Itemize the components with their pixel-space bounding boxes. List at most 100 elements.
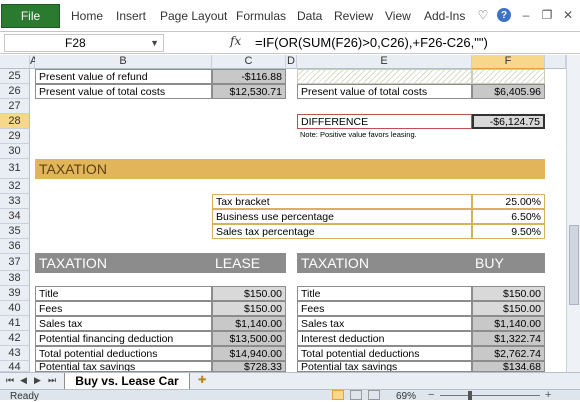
row-header[interactable]: 30 (0, 144, 30, 159)
buy-row-value[interactable]: $150.00 (472, 301, 545, 316)
chevron-down-icon[interactable]: ▼ (150, 35, 159, 51)
row-header[interactable]: 33 (0, 194, 30, 209)
column-header-c[interactable]: C (212, 55, 286, 69)
scroll-thumb[interactable] (569, 225, 579, 305)
pv-total-lease-label[interactable]: Present value of total costs (35, 84, 212, 99)
lease-row-value[interactable]: $14,940.00 (212, 346, 286, 361)
buy-row-label[interactable]: Title (297, 286, 472, 301)
column-header-g[interactable] (545, 55, 566, 69)
tab-page-layout[interactable]: Page Layout (160, 9, 227, 23)
lease-row-label[interactable]: Sales tax (35, 316, 212, 331)
hatched-cell[interactable] (297, 69, 472, 84)
tax-bracket-value[interactable]: 25.00% (472, 194, 545, 209)
normal-view-icon[interactable] (332, 390, 344, 400)
zoom-out-icon[interactable]: − (428, 389, 434, 401)
sales-tax-pct-label[interactable]: Sales tax percentage (212, 224, 472, 239)
tab-view[interactable]: View (385, 9, 411, 23)
buy-row-label[interactable]: Potential tax savings (297, 361, 472, 372)
prev-sheet-icon[interactable]: ◀ (20, 375, 27, 386)
row-header[interactable]: 32 (0, 179, 30, 194)
lease-row-value[interactable]: $728.33 (212, 361, 286, 372)
next-sheet-icon[interactable]: ▶ (34, 375, 41, 386)
pv-total-lease-value[interactable]: $12,530.71 (212, 84, 286, 99)
zoom-slider-handle[interactable] (468, 391, 472, 400)
tax-bracket-label[interactable]: Tax bracket (212, 194, 472, 209)
tab-formulas[interactable]: Formulas (236, 9, 286, 23)
formula-input[interactable]: =IF(OR(SUM(F26)>0,C26),+F26-C26,"") (255, 35, 488, 50)
hatched-cell[interactable] (472, 69, 545, 84)
row-header[interactable]: 37 (0, 254, 30, 271)
lease-row-value[interactable]: $1,140.00 (212, 316, 286, 331)
sheet-tab-buy-vs-lease[interactable]: Buy vs. Lease Car (64, 373, 190, 390)
zoom-in-icon[interactable]: + (545, 389, 551, 401)
minimize-ribbon-icon[interactable]: ♡ (476, 8, 490, 22)
new-sheet-icon[interactable]: ✚ (198, 375, 214, 387)
row-header[interactable]: 39 (0, 286, 30, 301)
row-header[interactable]: 28 (0, 114, 30, 129)
lease-row-label[interactable]: Potential tax savings (35, 361, 212, 372)
tab-add-ins[interactable]: Add-Ins (424, 9, 465, 23)
tab-data[interactable]: Data (297, 9, 322, 23)
row-header[interactable]: 31 (0, 159, 30, 179)
lease-row-label[interactable]: Title (35, 286, 212, 301)
column-header-b[interactable]: B (35, 55, 212, 69)
tab-review[interactable]: Review (334, 9, 373, 23)
lease-row-label[interactable]: Total potential deductions (35, 346, 212, 361)
row-header[interactable]: 42 (0, 331, 30, 346)
page-break-view-icon[interactable] (368, 390, 380, 400)
row-header[interactable]: 35 (0, 224, 30, 239)
lease-row-label[interactable]: Fees (35, 301, 212, 316)
row-header[interactable]: 40 (0, 301, 30, 316)
window-restore-icon[interactable]: ❐ (540, 8, 554, 22)
buy-row-value[interactable]: $2,762.74 (472, 346, 545, 361)
buy-row-value[interactable]: $134.68 (472, 361, 545, 372)
row-header[interactable]: 27 (0, 99, 30, 114)
difference-label[interactable]: DIFFERENCE (297, 114, 472, 129)
file-tab[interactable]: File (1, 4, 60, 28)
tab-home[interactable]: Home (71, 9, 103, 23)
row-header[interactable]: 29 (0, 129, 30, 144)
window-minimize-icon[interactable]: – (519, 8, 533, 22)
lease-row-value[interactable]: $13,500.00 (212, 331, 286, 346)
column-header-e[interactable]: E (297, 55, 472, 69)
lease-row-value[interactable]: $150.00 (212, 286, 286, 301)
tab-insert[interactable]: Insert (116, 9, 146, 23)
column-header-f[interactable]: F (472, 55, 545, 69)
difference-value[interactable]: -$6,124.75 (472, 114, 545, 129)
row-header[interactable]: 38 (0, 271, 30, 286)
buy-row-value[interactable]: $1,140.00 (472, 316, 545, 331)
first-sheet-icon[interactable]: ⏮ (6, 375, 14, 386)
zoom-slider[interactable] (440, 395, 540, 396)
lease-row-value[interactable]: $150.00 (212, 301, 286, 316)
pv-total-buy-label[interactable]: Present value of total costs (297, 84, 472, 99)
lease-row-label[interactable]: Potential financing deduction (35, 331, 212, 346)
window-close-icon[interactable]: ✕ (561, 8, 575, 22)
page-layout-view-icon[interactable] (350, 390, 362, 400)
buy-row-label[interactable]: Interest deduction (297, 331, 472, 346)
row-header[interactable]: 34 (0, 209, 30, 224)
vertical-scrollbar[interactable] (566, 55, 580, 372)
buy-row-label[interactable]: Sales tax (297, 316, 472, 331)
buy-row-value[interactable]: $1,322.74 (472, 331, 545, 346)
row-header[interactable]: 26 (0, 84, 30, 99)
buy-row-label[interactable]: Fees (297, 301, 472, 316)
function-icon[interactable]: fx (230, 34, 241, 48)
select-all-corner[interactable] (0, 55, 30, 69)
buy-row-value[interactable]: $150.00 (472, 286, 545, 301)
zoom-level[interactable]: 69% (396, 391, 416, 402)
row-header[interactable]: 41 (0, 316, 30, 331)
row-header[interactable]: 36 (0, 239, 30, 254)
pv-total-buy-value[interactable]: $6,405.96 (472, 84, 545, 99)
pv-refund-value[interactable]: -$116.88 (212, 69, 286, 84)
business-use-label[interactable]: Business use percentage (212, 209, 472, 224)
row-header[interactable]: 25 (0, 69, 30, 84)
last-sheet-icon[interactable]: ⏭ (48, 375, 56, 386)
pv-refund-label[interactable]: Present value of refund (35, 69, 212, 84)
column-header-d[interactable]: D (286, 55, 297, 69)
row-header[interactable]: 44 (0, 361, 30, 372)
sales-tax-pct-value[interactable]: 9.50% (472, 224, 545, 239)
row-header[interactable]: 43 (0, 346, 30, 361)
buy-row-label[interactable]: Total potential deductions (297, 346, 472, 361)
business-use-value[interactable]: 6.50% (472, 209, 545, 224)
help-icon[interactable]: ? (497, 8, 511, 22)
